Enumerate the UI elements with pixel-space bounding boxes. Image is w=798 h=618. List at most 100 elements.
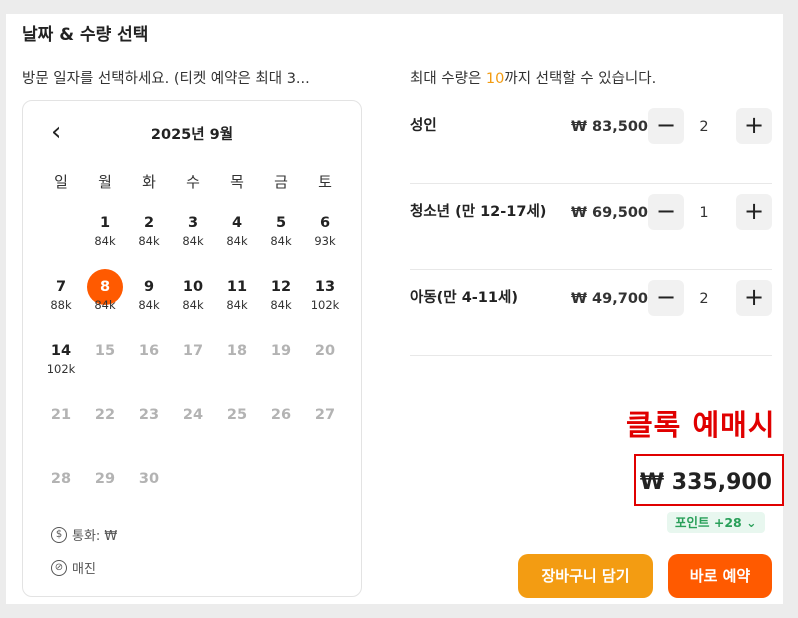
weekday-label: 금: [274, 173, 288, 191]
booking-panel: 날짜 & 수량 선택 방문 일자를 선택하세요. (티켓 예약은 최대 3...…: [6, 14, 784, 604]
calendar-day[interactable]: 9 84k: [129, 269, 169, 321]
minus-icon: −: [655, 283, 677, 311]
calendar-day-price: 93k: [314, 234, 336, 248]
minus-icon: −: [655, 111, 677, 139]
calendar-day-number: 24: [182, 407, 204, 423]
calendar-day: 18: [217, 333, 257, 385]
section-title: 날짜 & 수량 선택: [22, 25, 149, 45]
plus-icon: +: [743, 197, 765, 225]
calendar-day-price: 88k: [50, 298, 72, 312]
calendar-day-price: 84k: [226, 298, 248, 312]
calendar-day[interactable]: 6 93k: [305, 205, 345, 257]
calendar-day: 15: [85, 333, 125, 385]
calendar-day[interactable]: 12 84k: [261, 269, 301, 321]
calendar-day[interactable]: 11 84k: [217, 269, 257, 321]
ticket-price: ₩ 83,500: [571, 119, 648, 135]
calendar-day[interactable]: 7 88k: [41, 269, 81, 321]
calendar-day-price: 84k: [94, 234, 116, 248]
ticket-row: 아동(만 4-11세) ₩ 49,700− 2 +: [410, 270, 772, 356]
calendar-day[interactable]: 2 84k: [129, 205, 169, 257]
plus-icon: +: [743, 111, 765, 139]
increase-button[interactable]: +: [736, 108, 772, 144]
prohibited-icon: ⊘: [51, 559, 67, 576]
weekday-label: 월: [98, 173, 112, 191]
calendar-day-number: 19: [270, 343, 292, 359]
ticket-quantity: 2: [699, 119, 709, 135]
calendar-day-number: 29: [94, 471, 116, 487]
weekday-label: 목: [230, 173, 244, 191]
chevron-down-icon: ⌄: [746, 515, 757, 530]
quantity-hint-max: 10: [485, 71, 505, 87]
calendar-day[interactable]: 8 84k: [85, 269, 125, 321]
ticket-quantity: 1: [699, 205, 709, 221]
points-badge[interactable]: 포인트 +28 ⌄: [667, 512, 765, 533]
date-hint: 방문 일자를 선택하세요. (티켓 예약은 최대 3...: [22, 71, 310, 87]
ticket-label: 성인: [410, 118, 437, 134]
points-label: 포인트 +28: [675, 515, 742, 530]
calendar-day-price: 84k: [138, 298, 160, 312]
calendar-day: 17: [173, 333, 213, 385]
quantity-hint-prefix: 최대 수량은: [410, 71, 486, 87]
calendar-day-price: 84k: [270, 298, 292, 312]
calendar-day: 30: [129, 461, 169, 513]
calendar-day[interactable]: 3 84k: [173, 205, 213, 257]
ticket-row: 청소년 (만 12-17세) ₩ 69,500− 1 +: [410, 184, 772, 270]
soldout-legend-label: 매진: [72, 562, 96, 577]
calendar-day[interactable]: 14 102k: [41, 333, 81, 385]
calendar-day: 24: [173, 397, 213, 449]
decrease-button[interactable]: −: [648, 108, 684, 144]
ticket-label: 아동(만 4-11세): [410, 290, 518, 306]
calendar-day-number: 25: [226, 407, 248, 423]
calendar-day: 27: [305, 397, 345, 449]
calendar-day-price: 84k: [182, 234, 204, 248]
calendar-day-price: 102k: [46, 362, 76, 376]
calendar-day-number: 26: [270, 407, 292, 423]
book-now-button[interactable]: 바로 예약: [668, 554, 772, 598]
calendar-day-price: 102k: [310, 298, 340, 312]
calendar-day: 16: [129, 333, 169, 385]
calendar-day-number: 23: [138, 407, 160, 423]
increase-button[interactable]: +: [736, 280, 772, 316]
calendar-day[interactable]: 1 84k: [85, 205, 125, 257]
calendar-day[interactable]: 10 84k: [173, 269, 213, 321]
increase-button[interactable]: +: [736, 194, 772, 230]
add-to-cart-button[interactable]: 장바구니 담기: [518, 554, 653, 598]
calendar-day: 28: [41, 461, 81, 513]
calendar-day[interactable]: 13 102k: [305, 269, 345, 321]
calendar-day-number: 28: [50, 471, 72, 487]
decrease-button[interactable]: −: [648, 194, 684, 230]
calendar-day: 26: [261, 397, 301, 449]
weekday-label: 토: [318, 173, 332, 191]
calendar-day-number: 22: [94, 407, 116, 423]
decrease-button[interactable]: −: [648, 280, 684, 316]
ticket-row: 성인 ₩ 83,500− 2 +: [410, 98, 772, 184]
minus-icon: −: [655, 197, 677, 225]
calendar-day: 21: [41, 397, 81, 449]
quantity-hint-suffix: 까지 선택할 수 있습니다.: [504, 71, 657, 87]
weekday-label: 일: [54, 173, 68, 191]
total-price: ₩ 335,900: [639, 470, 772, 495]
total-box: ₩ 335,900: [634, 454, 784, 506]
calendar-day-number: 18: [226, 343, 248, 359]
calendar-day: 20: [305, 333, 345, 385]
calendar-day-price: 84k: [182, 298, 204, 312]
calendar-day: 19: [261, 333, 301, 385]
calendar-day-number: 27: [314, 407, 336, 423]
ticket-quantity: 2: [699, 291, 709, 307]
currency-legend: $ 통화: ₩: [51, 525, 117, 544]
calendar: ‹ 2025년 9월 $ 통화: ₩ ⊘ 매진 일 월 화 수 목 금 토 1 84k 2 84k 3…: [22, 100, 362, 597]
calendar-day-number: 30: [138, 471, 160, 487]
calendar-day[interactable]: 5 84k: [261, 205, 301, 257]
ticket-price: ₩ 49,700: [571, 291, 648, 307]
calendar-month-label: 2025년 9월: [150, 127, 234, 143]
weekday-label: 화: [142, 173, 156, 191]
calendar-day-price: 84k: [270, 234, 292, 248]
plus-icon: +: [743, 283, 765, 311]
calendar-day[interactable]: 4 84k: [217, 205, 257, 257]
calendar-day-number: 20: [314, 343, 336, 359]
ticket-label: 청소년 (만 12-17세): [410, 204, 547, 220]
soldout-legend: ⊘ 매진: [51, 558, 96, 577]
currency-icon: $: [51, 526, 67, 543]
calendar-day: 25: [217, 397, 257, 449]
calendar-day-number: 21: [50, 407, 72, 423]
